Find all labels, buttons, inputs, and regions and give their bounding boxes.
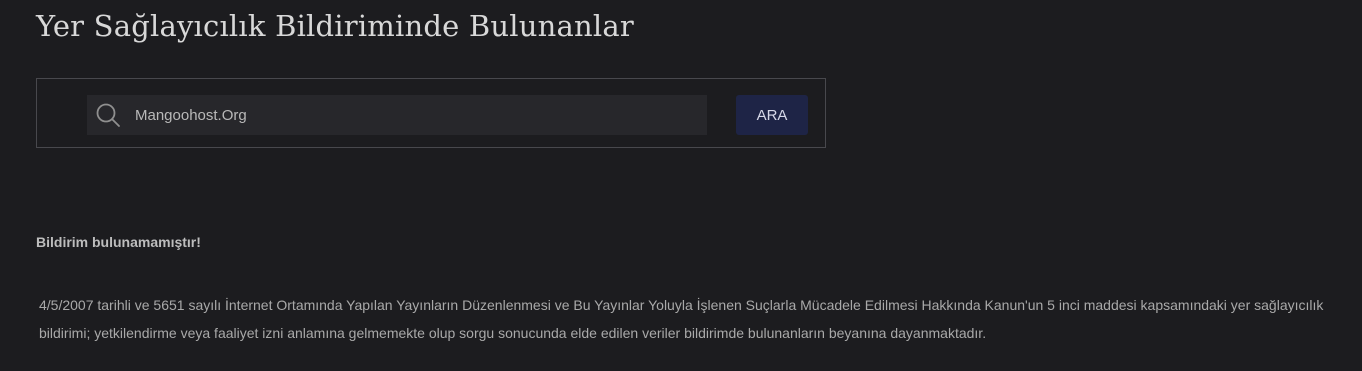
search-icon bbox=[95, 102, 121, 128]
page-title: Yer Sağlayıcılık Bildiriminde Bulunanlar bbox=[36, 9, 634, 43]
search-box[interactable] bbox=[87, 95, 707, 135]
search-button[interactable]: ARA bbox=[736, 95, 808, 135]
search-panel: ARA bbox=[36, 78, 826, 148]
search-input[interactable] bbox=[135, 95, 695, 135]
result-status-message: Bildirim bulunamamıştır! bbox=[36, 234, 201, 250]
legal-notice: 4/5/2007 tarihli ve 5651 sayılı İnternet… bbox=[39, 297, 1324, 341]
